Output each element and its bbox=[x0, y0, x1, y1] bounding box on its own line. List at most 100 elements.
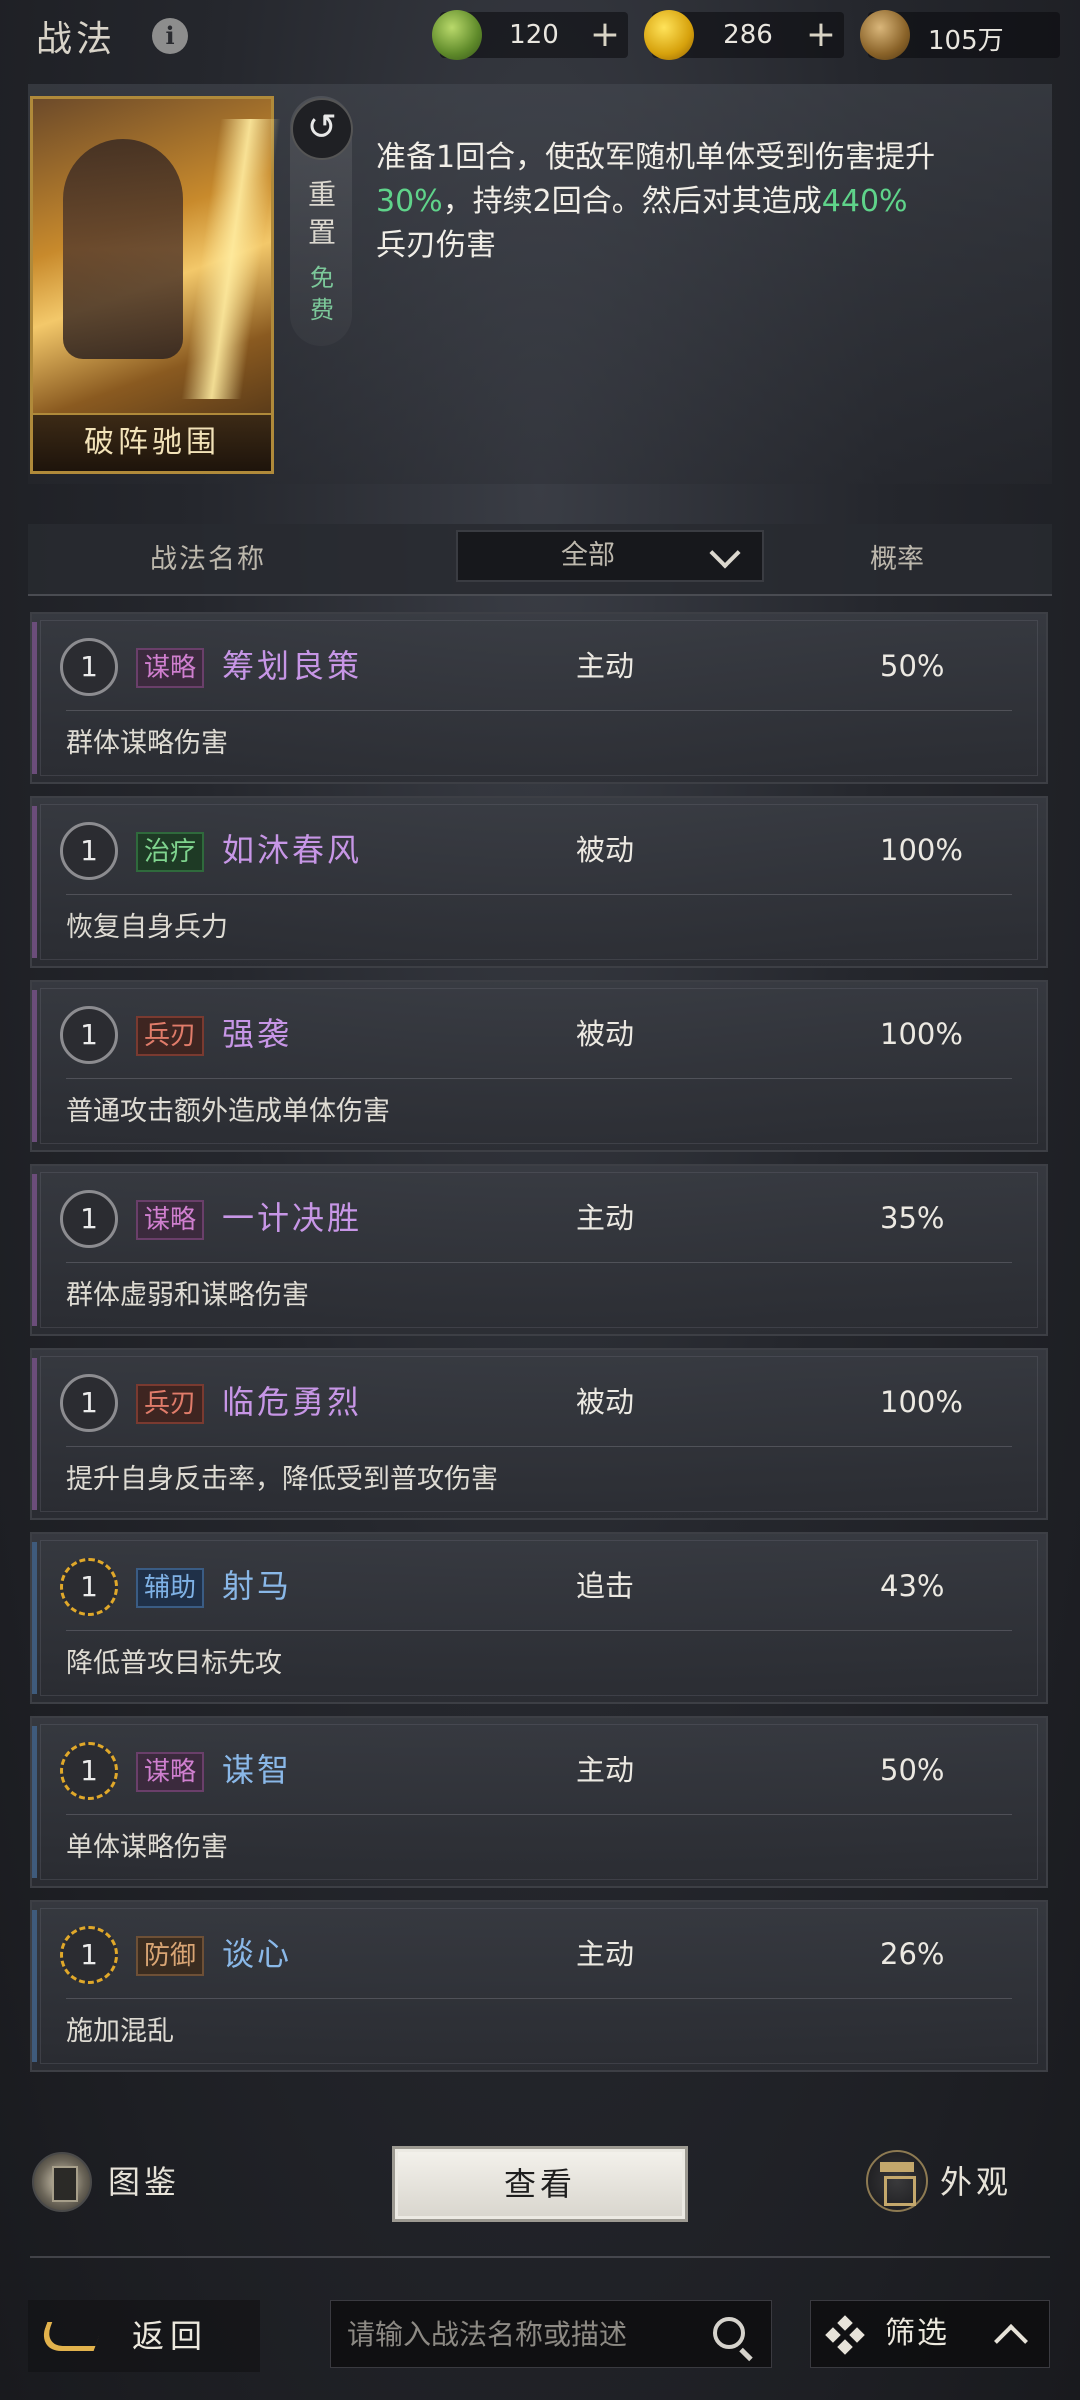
skill-rate: 100% bbox=[880, 1385, 963, 1419]
skill-card[interactable]: 破阵驰围 bbox=[30, 96, 281, 474]
skill-type: 被动 bbox=[576, 833, 635, 867]
skill-summary: 恢复自身兵力 bbox=[66, 912, 228, 943]
skill-name: 强袭 bbox=[222, 1015, 293, 1053]
skill-row[interactable]: 1 谋略 谋智 主动 50% 单体谋略伤害 bbox=[30, 1716, 1048, 1888]
skill-rate: 26% bbox=[880, 1937, 945, 1971]
column-header-name: 战法名称 bbox=[150, 544, 266, 575]
jade-currency: 120 + bbox=[432, 10, 628, 60]
footer-bar: 返回 筛选 bbox=[0, 2290, 1080, 2400]
skill-rate: 43% bbox=[880, 1569, 945, 1603]
skill-summary: 群体虚弱和谋略伤害 bbox=[66, 1280, 309, 1311]
copper-coin-icon bbox=[860, 10, 910, 60]
skill-type: 被动 bbox=[576, 1385, 635, 1419]
level-badge: 1 bbox=[60, 1926, 118, 1984]
row-divider bbox=[66, 894, 1012, 895]
desc-text-1: 准备1回合，使敌军随机单体受到伤害提升 bbox=[376, 140, 936, 175]
gold-currency: 286 + bbox=[644, 10, 844, 60]
filter-button[interactable]: 筛选 bbox=[810, 2300, 1050, 2368]
level-badge: 1 bbox=[60, 1558, 118, 1616]
level-badge: 1 bbox=[60, 1190, 118, 1248]
appearance-icon[interactable] bbox=[866, 2150, 928, 2212]
column-header-rate: 概率 bbox=[870, 544, 924, 575]
chevron-up-icon bbox=[994, 2324, 1028, 2358]
skill-name: 谋智 bbox=[222, 1751, 293, 1789]
card-art-blade bbox=[181, 119, 281, 399]
back-label: 返回 bbox=[132, 2317, 209, 2355]
page-title: 战法 bbox=[36, 19, 117, 60]
row-divider bbox=[66, 710, 1012, 711]
jade-coin-icon bbox=[432, 10, 482, 60]
info-icon[interactable]: i bbox=[152, 18, 188, 54]
skill-row[interactable]: 1 治疗 如沐春风 被动 100% 恢复自身兵力 bbox=[30, 796, 1048, 968]
level-badge: 1 bbox=[60, 1742, 118, 1800]
skill-row[interactable]: 1 谋略 一计决胜 主动 35% 群体虚弱和谋略伤害 bbox=[30, 1164, 1048, 1336]
category-filter-value: 全部 bbox=[561, 540, 615, 571]
desc-text-2: ，持续2回合。然后对其造成 bbox=[442, 184, 822, 219]
view-button[interactable]: 查看 bbox=[392, 2146, 688, 2222]
skill-summary: 普通攻击额外造成单体伤害 bbox=[66, 1096, 390, 1127]
row-frame bbox=[40, 1908, 1038, 2064]
skill-name: 临危勇烈 bbox=[222, 1383, 363, 1421]
row-divider bbox=[66, 1262, 1012, 1263]
skill-rate: 100% bbox=[880, 833, 963, 867]
codex-button[interactable]: 图鉴 bbox=[108, 2160, 180, 2204]
skill-type: 追击 bbox=[576, 1569, 635, 1603]
row-divider bbox=[66, 1446, 1012, 1447]
skill-name: 谈心 bbox=[222, 1935, 293, 1973]
skill-type: 主动 bbox=[576, 1201, 635, 1235]
skill-summary: 单体谋略伤害 bbox=[66, 1832, 228, 1863]
skill-rate: 35% bbox=[880, 1201, 945, 1235]
skill-name: 射马 bbox=[222, 1567, 293, 1605]
skill-type: 被动 bbox=[576, 1017, 635, 1051]
jade-add-button[interactable]: + bbox=[590, 14, 620, 55]
skill-row[interactable]: 1 兵刃 强袭 被动 100% 普通攻击额外造成单体伤害 bbox=[30, 980, 1048, 1152]
row-divider bbox=[66, 1814, 1012, 1815]
skill-tag: 谋略 bbox=[136, 1752, 205, 1792]
filter-diamond-icon bbox=[825, 2315, 865, 2355]
skill-type: 主动 bbox=[576, 1937, 635, 1971]
skill-description: 准备1回合，使敌军随机单体受到伤害提升 30%，持续2回合。然后对其造成440% 兵… bbox=[376, 136, 986, 268]
skill-row[interactable]: 1 兵刃 临危勇烈 被动 100% 提升自身反击率，降低受到普攻伤害 bbox=[30, 1348, 1048, 1520]
search-box[interactable] bbox=[330, 2300, 772, 2368]
skill-tag: 治疗 bbox=[136, 832, 205, 872]
reset-icon[interactable]: ↺ bbox=[291, 98, 353, 160]
skill-row[interactable]: 1 防御 谈心 主动 26% 施加混乱 bbox=[30, 1900, 1048, 2072]
skill-name: 如沐春风 bbox=[222, 831, 363, 869]
gold-add-button[interactable]: + bbox=[806, 14, 836, 55]
skill-summary: 施加混乱 bbox=[66, 2016, 174, 2047]
search-input[interactable] bbox=[347, 2301, 707, 2367]
desc-highlight-1: 30% bbox=[376, 184, 443, 219]
back-button[interactable]: 返回 bbox=[28, 2300, 260, 2372]
codex-icon[interactable] bbox=[32, 2152, 92, 2212]
skill-name: 筹划良策 bbox=[222, 647, 363, 685]
category-filter-dropdown[interactable]: 全部 bbox=[456, 530, 764, 582]
skill-rate: 50% bbox=[880, 1753, 945, 1787]
skill-type: 主动 bbox=[576, 1753, 635, 1787]
appearance-button[interactable]: 外观 bbox=[940, 2160, 1012, 2204]
copper-currency: 105万 bbox=[860, 10, 1060, 60]
reset-label[interactable]: 重置 bbox=[304, 176, 340, 252]
skill-rate: 50% bbox=[880, 649, 945, 683]
skill-tag: 谋略 bbox=[136, 648, 205, 688]
level-badge: 1 bbox=[60, 822, 118, 880]
top-bar: 战法 i 120 + 286 + 105万 bbox=[0, 0, 1080, 72]
skill-card-name: 破阵驰围 bbox=[33, 413, 271, 471]
search-icon[interactable] bbox=[713, 2317, 745, 2349]
level-badge: 1 bbox=[60, 1006, 118, 1064]
skill-row[interactable]: 1 辅助 射马 追击 43% 降低普攻目标先攻 bbox=[30, 1532, 1048, 1704]
skill-rate: 100% bbox=[880, 1017, 963, 1051]
jade-currency-value: 120 bbox=[509, 20, 559, 50]
skill-row[interactable]: 1 谋略 筹划良策 主动 50% 群体谋略伤害 bbox=[30, 612, 1048, 784]
desc-text-3: 兵刃伤害 bbox=[376, 228, 496, 263]
skill-tag: 兵刃 bbox=[136, 1016, 205, 1056]
copper-currency-value: 105万 bbox=[928, 26, 1004, 56]
row-divider bbox=[66, 1078, 1012, 1079]
desc-highlight-2: 440% bbox=[821, 184, 908, 219]
card-art-figure bbox=[63, 139, 183, 359]
free-label: 免费 bbox=[310, 264, 334, 324]
gold-coin-icon bbox=[644, 10, 694, 60]
skill-type: 主动 bbox=[576, 649, 635, 683]
gold-currency-value: 286 bbox=[723, 20, 773, 50]
skill-summary: 群体谋略伤害 bbox=[66, 728, 228, 759]
skill-tag: 兵刃 bbox=[136, 1384, 205, 1424]
